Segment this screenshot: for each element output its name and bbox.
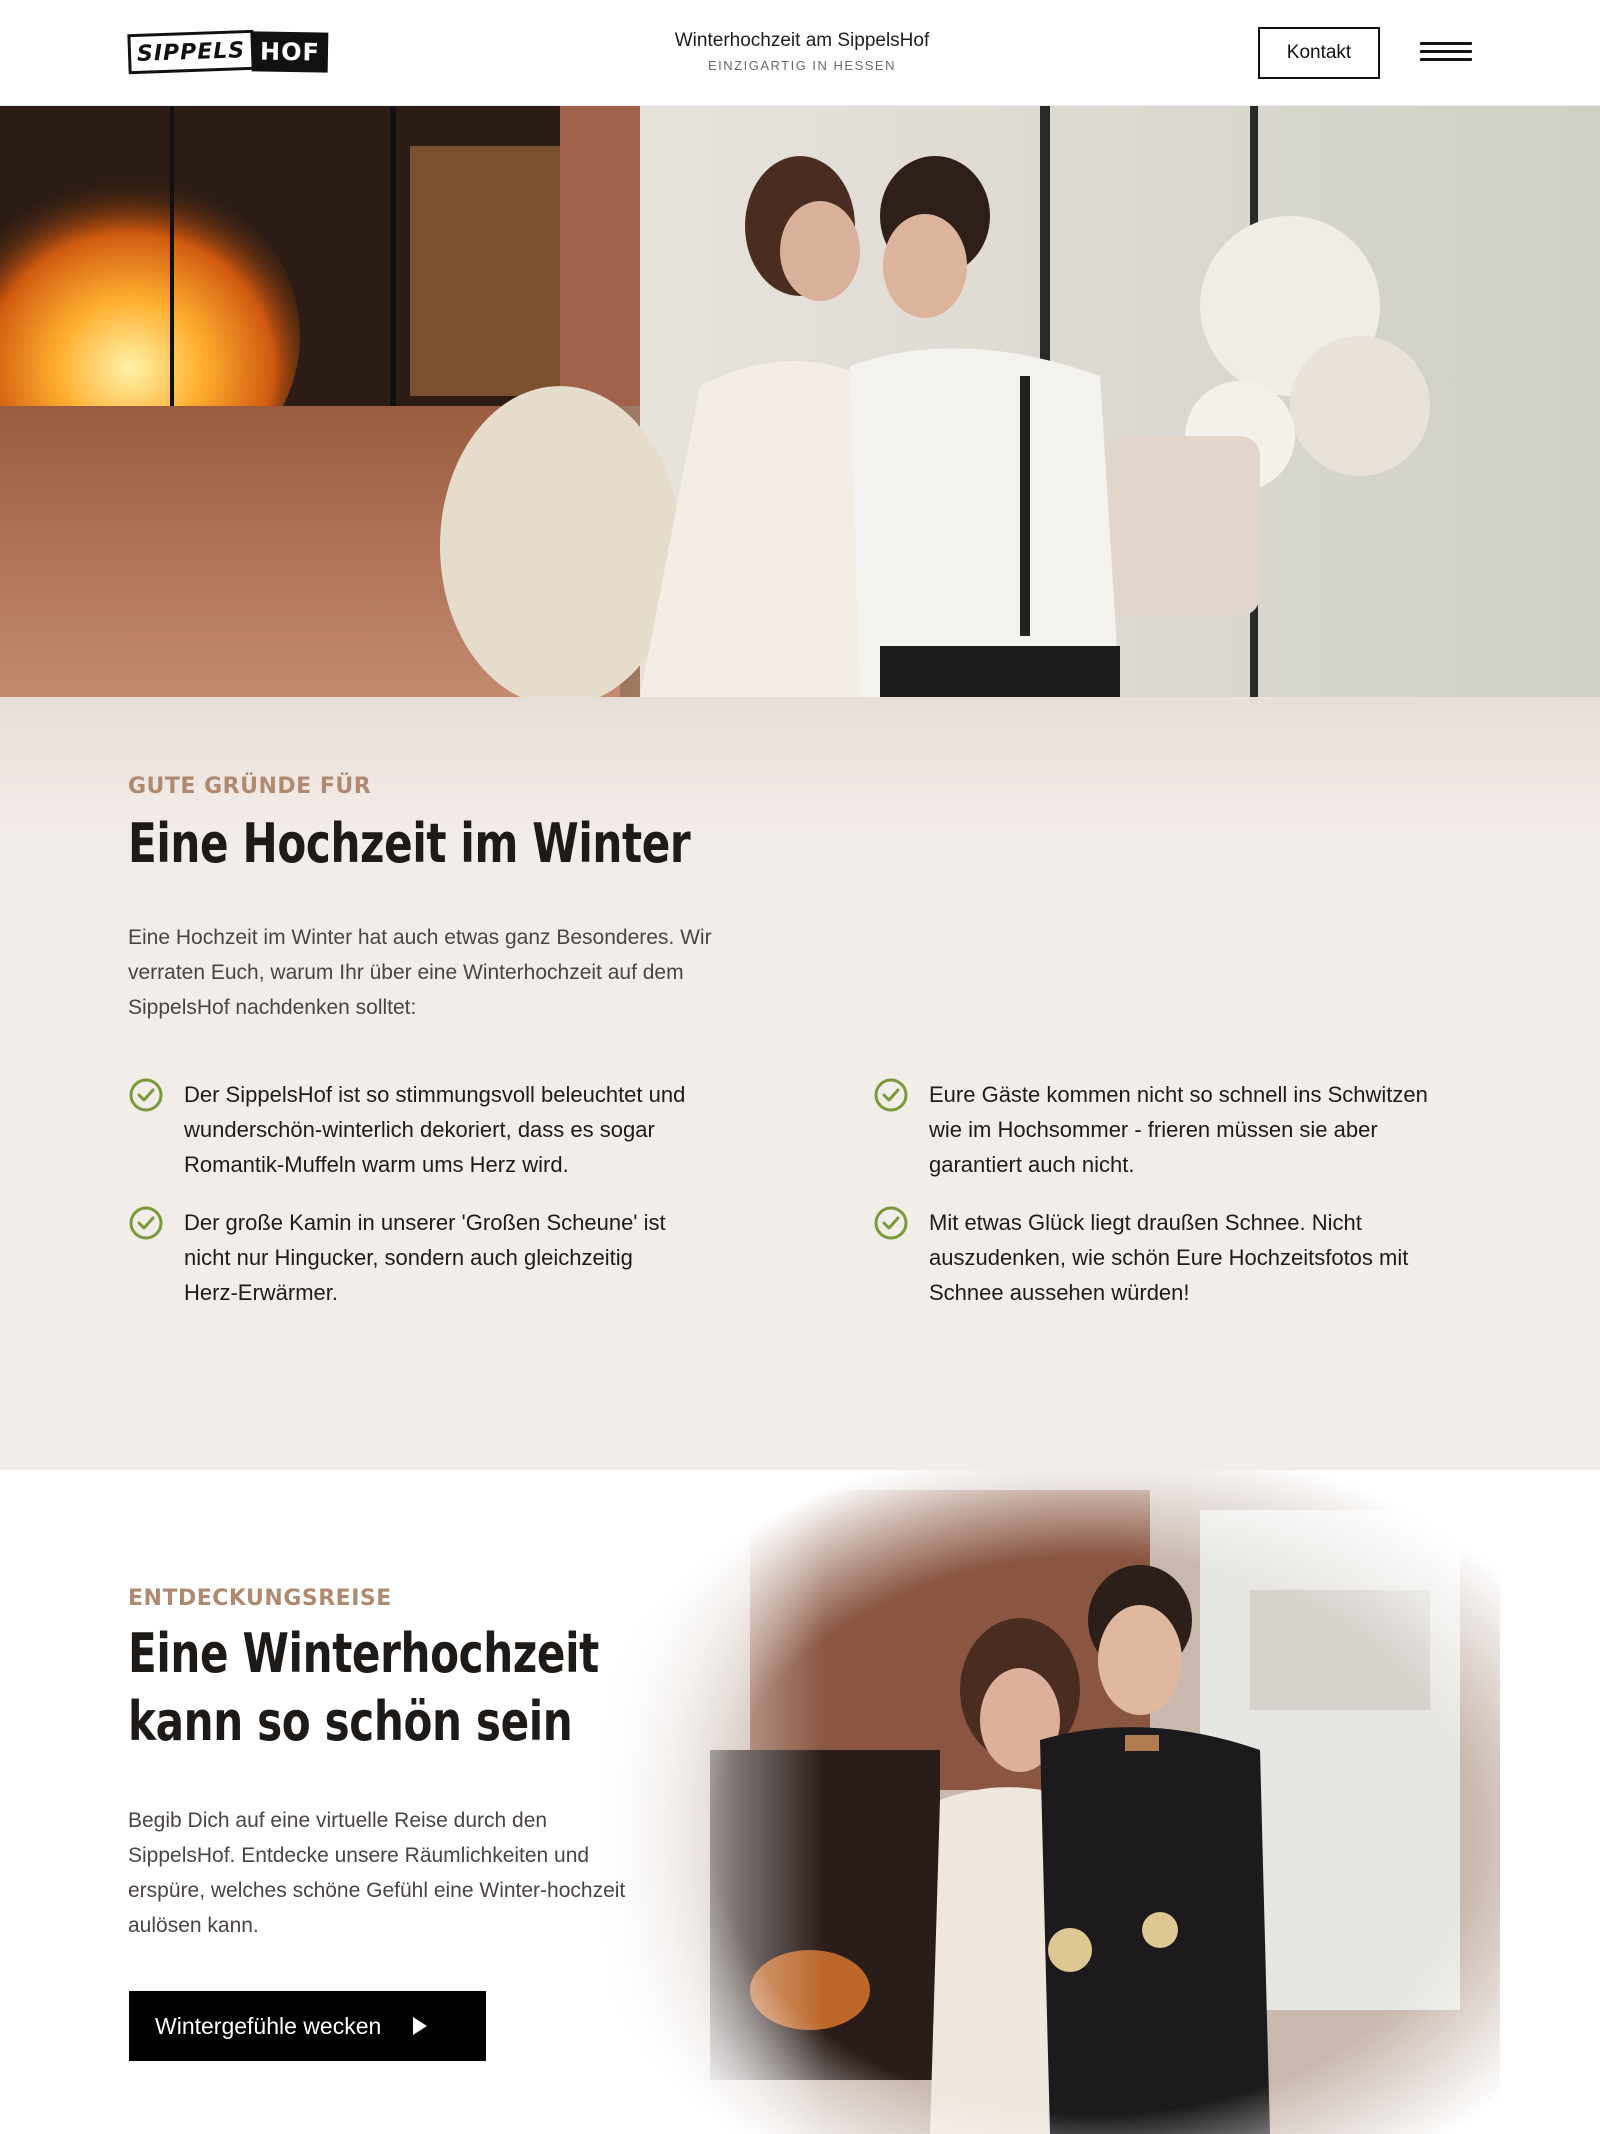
reason-text: Eure Gäste kommen nicht so schnell ins S… — [929, 1082, 1428, 1177]
site-title-sub: EINZIGARTIG IN HESSEN — [707, 58, 896, 73]
reason-item: Eure Gäste kommen nicht so schnell ins S… — [873, 1077, 1433, 1182]
site-header: SIPPELS HOF Winterhochzeit am SippelsHof… — [0, 0, 1600, 106]
reason-text: Der große Kamin in unserer 'Großen Scheu… — [184, 1210, 666, 1305]
wintergefuehle-button[interactable]: Wintergefühle wecken — [129, 1991, 486, 2061]
discovery-headline: Eine Winterhochzeit kann so schön sein — [128, 1620, 674, 1756]
contact-button[interactable]: Kontakt — [1258, 27, 1380, 79]
discovery-section: ENTDECKUNGSREISE Eine Winterhochzeit kan… — [0, 1470, 1600, 2134]
reasons-eyebrow: GUTE GRÜNDE FÜR — [128, 774, 372, 799]
discovery-headline-line2: kann so schön sein — [128, 1690, 573, 1753]
check-circle-icon — [129, 1206, 163, 1240]
reasons-section: GUTE GRÜNDE FÜR Eine Hochzeit im Winter … — [0, 697, 1600, 1470]
hero-photo-illustration — [0, 106, 1600, 697]
check-circle-icon — [874, 1078, 908, 1112]
reason-item: Der SippelsHof ist so stimmungsvoll bele… — [128, 1077, 688, 1182]
check-circle-icon — [129, 1078, 163, 1112]
site-title: Winterhochzeit am SippelsHof EINZIGARTIG… — [600, 30, 1004, 73]
site-title-main: Winterhochzeit am SippelsHof — [674, 30, 930, 51]
discovery-eyebrow: ENTDECKUNGSREISE — [128, 1586, 392, 1611]
discovery-text: Begib Dich auf eine virtuelle Reise durc… — [128, 1809, 626, 1937]
hamburger-menu-icon[interactable] — [1420, 38, 1474, 68]
logo-text-left: SIPPELS — [127, 29, 255, 75]
reason-text: Mit etwas Glück liegt draußen Schnee. Ni… — [929, 1210, 1409, 1305]
reason-item: Der große Kamin in unserer 'Großen Scheu… — [128, 1205, 688, 1310]
check-circle-icon — [874, 1206, 908, 1240]
cta-label: Wintergefühle wecken — [155, 2012, 382, 2039]
reasons-headline: Eine Hochzeit im Winter — [128, 812, 691, 875]
hero-image — [0, 106, 1600, 697]
reason-text: Der SippelsHof ist so stimmungsvoll bele… — [184, 1082, 686, 1177]
discovery-headline-line1: Eine Winterhochzeit — [128, 1622, 599, 1685]
reasons-intro: Eine Hochzeit im Winter hat auch etwas g… — [128, 926, 712, 1019]
play-icon — [413, 2017, 428, 2035]
reason-item: Mit etwas Glück liegt draußen Schnee. Ni… — [873, 1205, 1433, 1310]
logo-text-right: HOF — [251, 31, 329, 73]
couple-sparklers-image — [600, 1470, 1500, 2134]
logo[interactable]: SIPPELS HOF — [127, 29, 329, 75]
